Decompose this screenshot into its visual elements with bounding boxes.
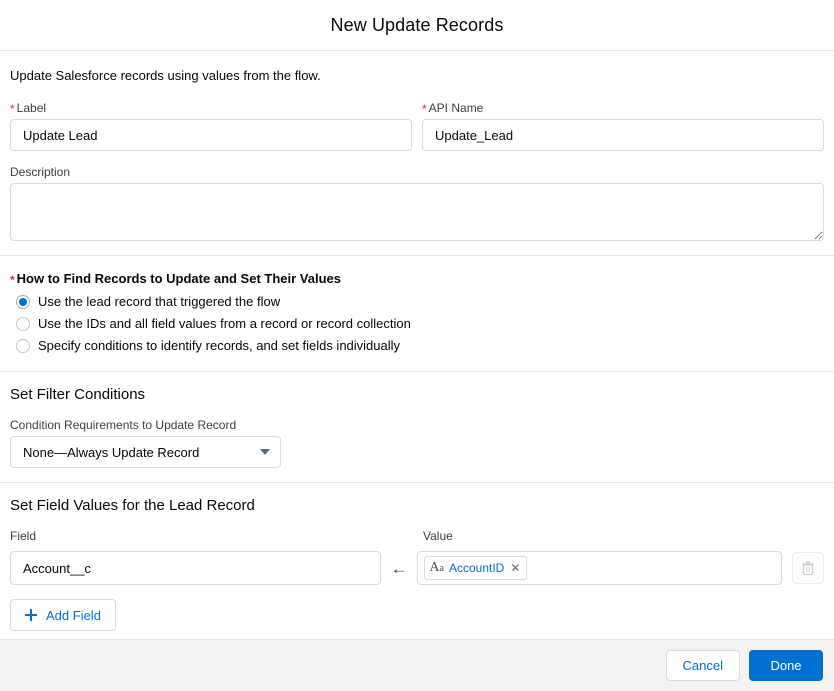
delete-row-button[interactable] — [792, 552, 824, 584]
general-info-section: Update Salesforce records using values f… — [0, 51, 834, 255]
merge-field-pill-label: AccountID — [448, 561, 505, 575]
modal-body: Update Salesforce records using values f… — [0, 51, 834, 639]
intro-description: Update Salesforce records using values f… — [10, 68, 321, 83]
label-field-label-text: Label — [16, 101, 47, 115]
radio-option-specify-conditions[interactable]: Specify conditions to identify records, … — [10, 336, 824, 356]
close-icon[interactable]: ✕ — [509, 562, 521, 574]
radio-mark-icon — [16, 317, 30, 331]
radio-option-ids-and-field-values[interactable]: Use the IDs and all field values from a … — [10, 314, 824, 334]
field-value-combobox[interactable]: Aa AccountID ✕ — [417, 551, 783, 585]
label-input[interactable] — [10, 119, 412, 151]
add-field-button[interactable]: Add Field — [10, 599, 116, 631]
radio-mark-icon — [16, 339, 30, 353]
description-field-group: Description — [10, 165, 824, 241]
radio-option-label: Specify conditions to identify records, … — [38, 338, 401, 353]
required-asterisk: * — [10, 102, 15, 116]
new-update-records-modal: New Update Records Update Salesforce rec… — [0, 0, 834, 691]
text-format-icon-small: a — [439, 563, 444, 574]
cancel-button[interactable]: Cancel — [665, 650, 740, 681]
api-name-field-label-text: API Name — [428, 101, 484, 115]
api-name-field-label: * API Name — [422, 101, 824, 116]
condition-requirements-select[interactable]: None—Always Update Record — [10, 436, 281, 468]
required-asterisk: * — [10, 273, 15, 287]
how-to-find-records-section: * How to Find Records to Update and Set T… — [0, 256, 834, 371]
radio-mark-icon — [16, 295, 30, 309]
field-values-heading: Set Field Values for the Lead Record — [10, 497, 255, 514]
how-to-find-legend-text: How to Find Records to Update and Set Th… — [16, 271, 341, 286]
set-filter-conditions-section: Set Filter Conditions Condition Requirem… — [0, 372, 834, 482]
radio-option-label: Use the IDs and all field values from a … — [38, 316, 411, 331]
radio-option-triggering-record[interactable]: Use the lead record that triggered the f… — [10, 292, 824, 312]
text-format-icon-big: A — [429, 560, 440, 575]
modal-footer: Cancel Done — [0, 639, 834, 691]
condition-requirements-select-wrapper: None—Always Update Record — [10, 436, 281, 468]
description-field-label: Description — [10, 165, 71, 179]
required-asterisk: * — [422, 102, 427, 116]
merge-field-pill[interactable]: Aa AccountID ✕ — [424, 556, 528, 580]
radio-option-label: Use the lead record that triggered the f… — [38, 294, 281, 309]
arrow-left-icon: ← — [390, 558, 408, 578]
how-to-find-legend: * How to Find Records to Update and Set T… — [10, 271, 824, 287]
api-name-field-group: * API Name — [422, 101, 824, 151]
table-row: ← Aa AccountID ✕ — [10, 551, 824, 585]
modal-header: New Update Records — [0, 0, 834, 51]
field-values-column-headers: Field Value — [10, 529, 824, 547]
page-title: New Update Records — [330, 14, 504, 35]
label-field-group: * Label — [10, 101, 412, 151]
field-column-label: Field — [10, 529, 37, 543]
value-column-label: Value — [423, 529, 453, 543]
add-field-button-label: Add Field — [46, 607, 101, 623]
name-fields-row: *Label *API Name — [10, 101, 824, 151]
text-format-icon: Aa — [429, 561, 444, 575]
plus-icon — [25, 609, 37, 621]
description-textarea[interactable] — [10, 183, 824, 241]
condition-requirements-selected-value: None—Always Update Record — [23, 444, 200, 460]
api-name-input[interactable] — [422, 119, 824, 151]
done-button[interactable]: Done — [749, 650, 823, 681]
condition-requirements-label: Condition Requirements to Update Record — [10, 418, 237, 432]
trash-icon — [802, 561, 815, 575]
set-field-values-section: Set Field Values for the Lead Record Fie… — [0, 483, 834, 639]
field-name-input[interactable] — [10, 551, 381, 585]
filter-conditions-heading: Set Filter Conditions — [10, 386, 146, 403]
label-field-label: * Label — [10, 101, 412, 116]
